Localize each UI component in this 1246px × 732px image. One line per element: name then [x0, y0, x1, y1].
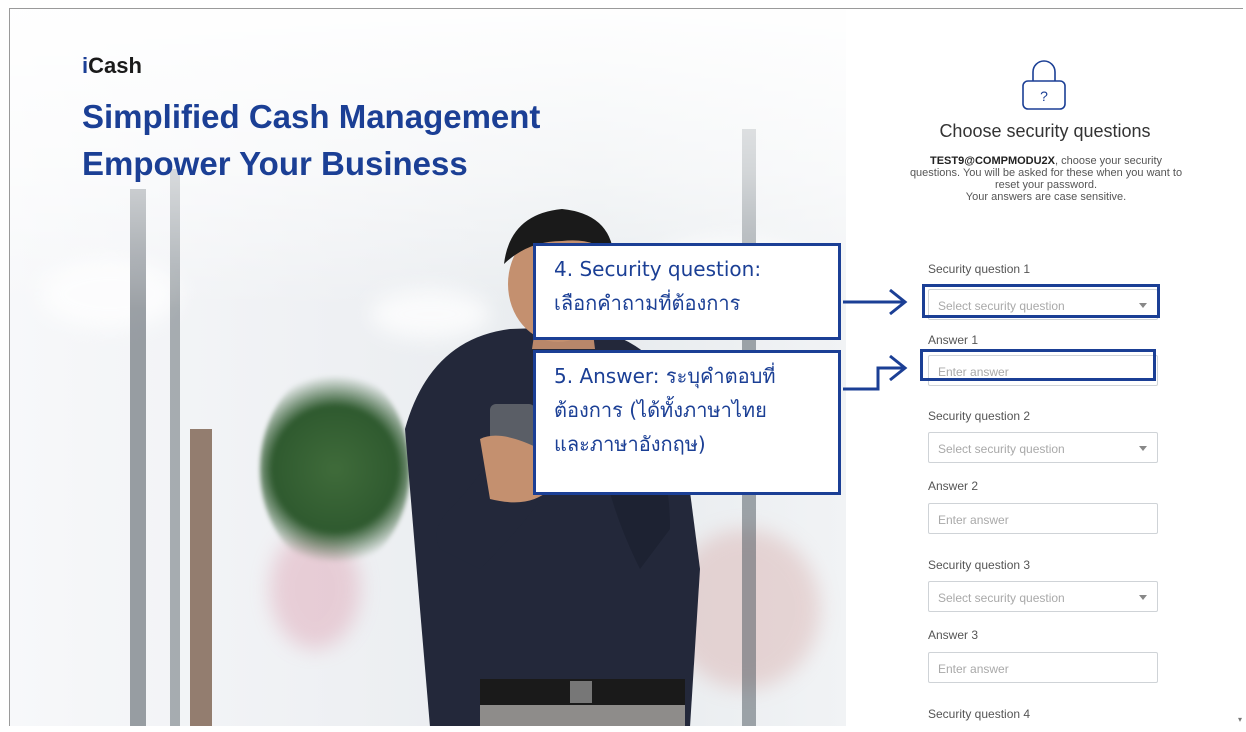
arrow-to-answer-1 — [843, 366, 904, 391]
annotation-arrows — [843, 288, 908, 391]
